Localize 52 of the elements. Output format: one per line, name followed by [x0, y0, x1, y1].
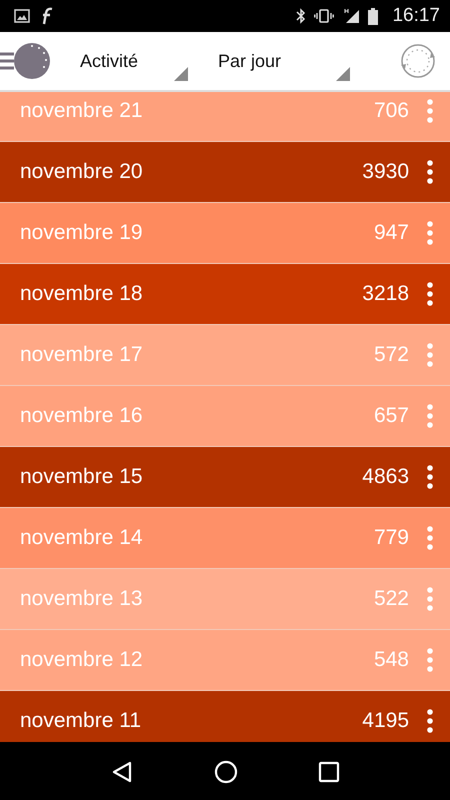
dropdown[interactable]: Par jour: [188, 41, 350, 81]
step-count: 947: [374, 221, 409, 245]
day-row[interactable]: novembre 13 522: [0, 569, 450, 630]
vibrate-icon: [314, 8, 334, 24]
step-count: 522: [374, 587, 409, 611]
step-count: 3218: [362, 282, 409, 306]
step-count: 4863: [362, 465, 409, 489]
day-row[interactable]: novembre 17 572: [0, 325, 450, 386]
home-icon[interactable]: [214, 760, 238, 784]
more-icon[interactable]: [427, 709, 433, 733]
image-icon: [14, 9, 30, 23]
day-row[interactable]: novembre 15 4863: [0, 447, 450, 508]
day-row[interactable]: novembre 12 548: [0, 630, 450, 691]
dropdown-arrow-icon: [336, 67, 350, 81]
step-count: 779: [374, 526, 409, 550]
date-label: novembre 20: [20, 160, 144, 184]
more-icon[interactable]: [427, 160, 433, 184]
date-label: novembre 21: [20, 99, 144, 123]
bluetooth-icon: [296, 8, 306, 24]
day-row[interactable]: novembre 11 4195: [0, 691, 450, 742]
date-label: novembre 16: [20, 404, 144, 428]
date-label: novembre 12: [20, 648, 144, 672]
day-row[interactable]: novembre 14 779: [0, 508, 450, 569]
date-label: novembre 11: [20, 709, 142, 733]
f-logo-icon: [40, 7, 54, 25]
menu-logo-icon[interactable]: [0, 41, 50, 81]
step-count: 572: [374, 343, 409, 367]
step-count: 4195: [362, 709, 409, 733]
more-icon[interactable]: [427, 282, 433, 306]
battery-icon: [368, 8, 378, 24]
day-row[interactable]: novembre 18 3218: [0, 264, 450, 325]
date-label: novembre 14: [20, 526, 144, 550]
date-label: novembre 19: [20, 221, 144, 245]
day-row[interactable]: novembre 21 706: [0, 92, 450, 142]
date-label: novembre 18: [20, 282, 144, 306]
step-count: 548: [374, 648, 409, 672]
day-row[interactable]: novembre 20 3930: [0, 142, 450, 203]
step-count: 3930: [362, 160, 409, 184]
date-label: novembre 13: [20, 587, 144, 611]
date-label: novembre 15: [20, 465, 144, 489]
back-icon[interactable]: [110, 760, 134, 784]
step-count: 657: [374, 404, 409, 428]
dropdown[interactable]: Activité: [50, 41, 188, 81]
signal-icon: [342, 8, 360, 24]
more-icon[interactable]: [427, 465, 433, 489]
clock-time: 16:17: [392, 5, 440, 27]
step-count: 706: [374, 99, 409, 123]
recents-icon[interactable]: [318, 761, 340, 783]
dropdown-arrow-icon: [174, 67, 188, 81]
day-row[interactable]: novembre 19 947: [0, 203, 450, 264]
date-label: novembre 17: [20, 343, 144, 367]
day-row[interactable]: novembre 16 657: [0, 386, 450, 447]
